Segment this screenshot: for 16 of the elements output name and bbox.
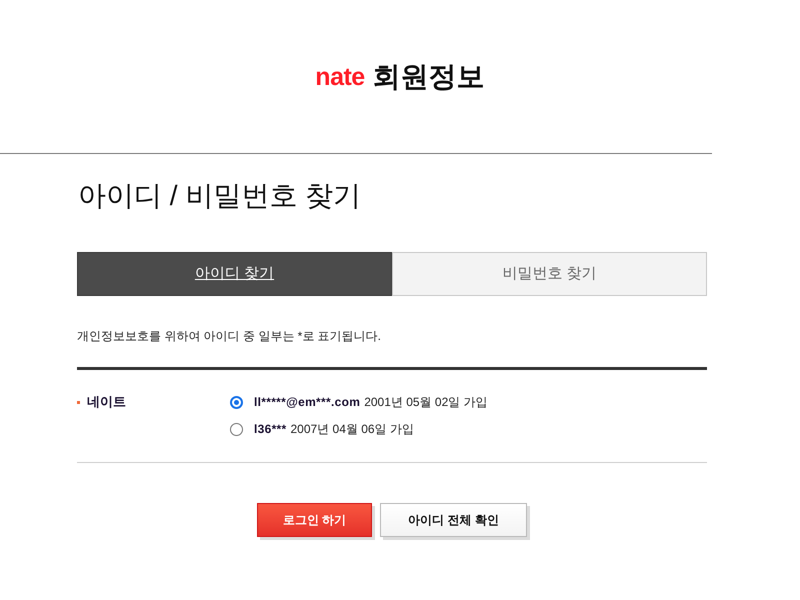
- tab[interactable]: 아이디 찾기: [77, 252, 392, 296]
- account-id: l36***: [254, 421, 286, 438]
- account-id: ll*****@em***.com: [254, 394, 360, 411]
- page-title: 아이디 / 비밀번호 찾기: [77, 179, 362, 213]
- show-full-id-button[interactable]: 아이디 전체 확인: [380, 503, 527, 537]
- radio-button[interactable]: [230, 396, 243, 408]
- radio-button[interactable]: [230, 422, 243, 436]
- join-date: 2007년 04월 06일 가입: [290, 421, 414, 438]
- login-button[interactable]: 로그인 하기: [257, 503, 372, 537]
- tab[interactable]: 비밀번호 찾기: [392, 252, 707, 296]
- join-date: 2001년 05월 02일 가입: [364, 394, 488, 411]
- service-label: 네이트: [87, 393, 126, 412]
- header-title: 회원정보: [372, 60, 485, 94]
- square-bullet-icon: [77, 400, 80, 404]
- nate-logo[interactable]: nate: [315, 62, 365, 92]
- notice-text: 개인정보보호를 위하여 아이디 중 일부는 *로 표기됩니다.: [77, 328, 382, 345]
